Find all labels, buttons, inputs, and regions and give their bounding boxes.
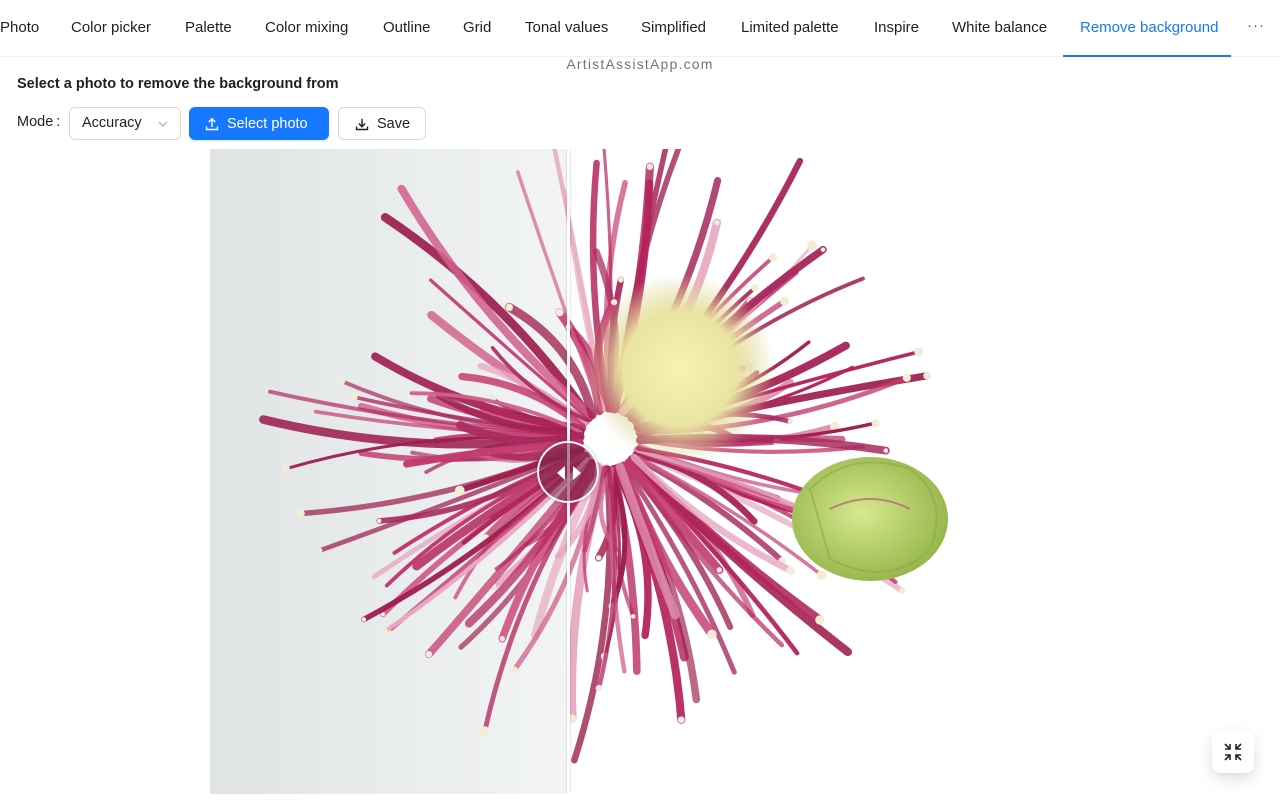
save-label: Save [377,115,411,132]
select-photo-button[interactable]: Select photo [189,107,329,140]
tab-palette[interactable]: Palette [185,0,232,57]
download-icon [355,118,369,130]
before-after-comparison[interactable] [210,149,1010,794]
tab-bar: Photo Color picker Palette Color mixing … [0,0,1280,57]
tab-remove-background[interactable]: Remove background [1080,0,1218,57]
tab-photo[interactable]: Photo [0,0,39,57]
mode-select[interactable]: Accuracy [69,107,181,140]
save-button[interactable]: Save [338,107,426,140]
tab-color-picker[interactable]: Color picker [71,0,151,57]
exit-fullscreen-button[interactable] [1212,731,1254,773]
flower-artwork [210,149,1010,794]
flower-bud [792,457,948,581]
tab-inspire[interactable]: Inspire [874,0,919,57]
fullscreen-exit-icon [1224,743,1242,761]
flower-center [585,274,775,464]
watermark: ArtistAssistApp.com [566,56,714,72]
comparison-handle[interactable] [537,441,599,503]
tab-white-balance[interactable]: White balance [952,0,1047,57]
tab-tonal-values[interactable]: Tonal values [525,0,608,57]
select-photo-label: Select photo [227,115,308,132]
mode-select-value: Accuracy [82,115,142,131]
upload-icon [205,117,219,130]
tab-grid[interactable]: Grid [463,0,491,57]
more-tabs-button[interactable]: ··· [1246,0,1266,56]
chevron-down-icon [158,121,168,127]
tab-color-mixing[interactable]: Color mixing [265,0,348,57]
page-heading: Select a photo to remove the background … [17,76,339,92]
tab-limited-palette[interactable]: Limited palette [741,0,839,57]
mode-label: Mode: [17,114,61,130]
tab-simplified[interactable]: Simplified [641,0,706,57]
left-right-arrows-icon [557,466,581,480]
tab-outline[interactable]: Outline [383,0,431,57]
